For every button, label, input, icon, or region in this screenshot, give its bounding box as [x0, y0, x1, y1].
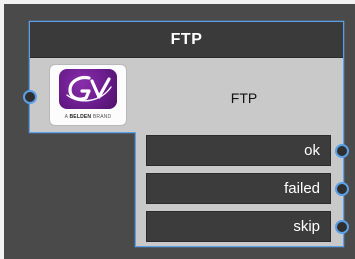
- logo-brand-prefix: A: [64, 114, 68, 120]
- node-logo: A BELDEN BRAND: [49, 64, 127, 126]
- logo-brand-text: A BELDEN BRAND: [50, 114, 126, 120]
- output-port-failed[interactable]: [335, 182, 349, 196]
- gv-logo-icon: [59, 69, 117, 109]
- output-ok-label: ok: [304, 142, 320, 159]
- node-header-title: FTP: [170, 30, 203, 48]
- output-ok[interactable]: ok: [146, 135, 331, 166]
- logo-brand-suffix: BRAND: [92, 114, 112, 120]
- node-title: FTP: [230, 90, 258, 106]
- node-header[interactable]: FTP: [30, 22, 343, 58]
- output-failed-label: failed: [284, 180, 320, 197]
- workflow-canvas[interactable]: FTP A BELDEN BRAND FTP ok failed skip: [0, 0, 355, 259]
- logo-brand-bold: BELDEN: [69, 114, 92, 120]
- input-port[interactable]: [23, 90, 37, 104]
- output-port-skip[interactable]: [335, 220, 349, 234]
- output-skip-label: skip: [293, 218, 320, 235]
- output-failed[interactable]: failed: [146, 173, 331, 204]
- output-skip[interactable]: skip: [146, 211, 331, 242]
- output-port-ok[interactable]: [335, 144, 349, 158]
